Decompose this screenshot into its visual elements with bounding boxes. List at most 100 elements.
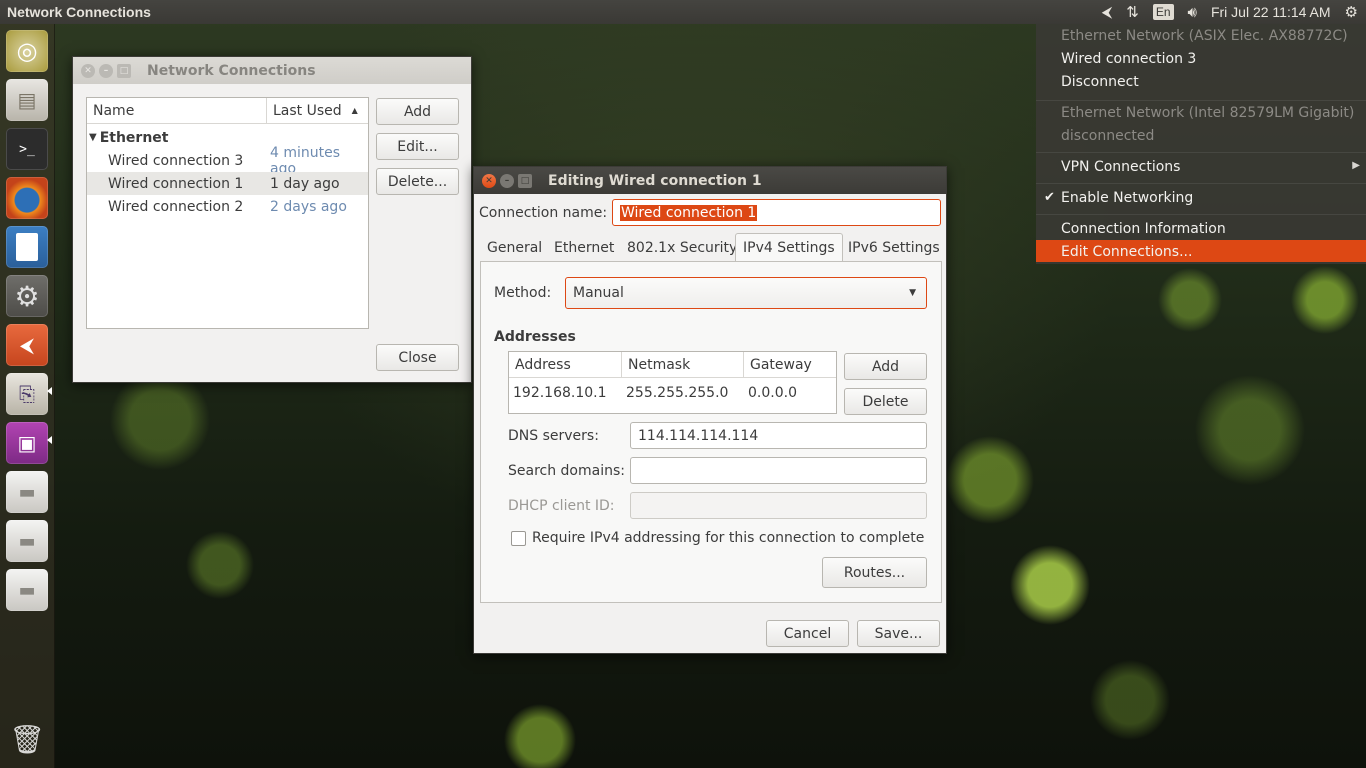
close-button[interactable]: Close [376, 344, 459, 371]
menu-item-disconnect[interactable]: Disconnect [1061, 74, 1139, 90]
tab-ipv4-settings[interactable]: IPv4 Settings [735, 233, 843, 262]
connection-name: Wired connection 3 [108, 152, 244, 169]
cancel-button[interactable]: Cancel [766, 620, 849, 647]
top-panel: Network Connections ⮜ ⇅ En 🔊︎ Fri Jul 22… [0, 0, 1366, 24]
require-ipv4-label: Require IPv4 addressing for this connect… [532, 530, 925, 546]
search-domains-label: Search domains: [508, 463, 625, 479]
save-button[interactable]: Save... [857, 620, 940, 647]
connection-name-field[interactable]: Wired connection 1 [612, 199, 941, 226]
running-pip [47, 436, 52, 444]
minimize-window-icon[interactable]: – [500, 173, 514, 188]
menu-item-edit-connections[interactable]: Edit Connections... [1061, 244, 1192, 260]
menu-item-enable-networking[interactable]: Enable Networking [1061, 190, 1193, 206]
clock[interactable]: Fri Jul 22 11:14 AM [1211, 4, 1331, 20]
require-ipv4-checkbox[interactable] [511, 531, 526, 546]
network-indicator-icon[interactable]: ⇅ [1126, 3, 1139, 21]
system-settings-icon[interactable]: ⚙ [6, 275, 48, 317]
minimize-window-icon[interactable]: – [99, 63, 113, 78]
column-header-address[interactable]: Address [509, 352, 622, 378]
tab-8021x-security[interactable]: 802.1x Security [620, 233, 744, 262]
routes-button[interactable]: Routes... [822, 557, 927, 588]
connection-name-value: Wired connection 1 [620, 204, 758, 221]
active-app-title: Network Connections [7, 4, 151, 20]
connections-list[interactable]: Name Last Used ▲ ▼ Ethernet Wired connect… [86, 97, 369, 329]
connection-name-label: Connection name: [479, 205, 608, 221]
sort-arrow-icon: ▲ [351, 106, 358, 115]
address-delete-button[interactable]: Delete [844, 388, 927, 415]
expander-down-icon: ▼ [89, 132, 97, 143]
editing-connection-window: ✕ – □ Editing Wired connection 1 Connect… [473, 166, 947, 654]
column-gateway-label: Gateway [750, 356, 812, 373]
address-add-button[interactable]: Add [844, 353, 927, 380]
search-domains-field[interactable] [630, 457, 927, 484]
table-row[interactable]: Wired connection 3 4 minutes ago [87, 145, 368, 177]
dash-home-icon[interactable]: ◎ [6, 30, 48, 72]
firefox-icon[interactable] [6, 177, 48, 219]
table-row[interactable]: Wired connection 2 2 days ago [87, 195, 368, 218]
connection-last-used: 1 day ago [270, 175, 340, 192]
tab-bar: General Ethernet 802.1x Security IPv4 Se… [480, 233, 942, 262]
tab-general[interactable]: General [480, 233, 549, 262]
window-title: Network Connections [147, 62, 316, 79]
method-value: Manual [573, 285, 624, 301]
tab-ethernet[interactable]: Ethernet [547, 233, 621, 262]
address-cell[interactable]: 192.168.10.1 [513, 385, 607, 401]
remote-desktop-icon[interactable]: ▣ [6, 422, 48, 464]
window-titlebar: ✕ – □ Network Connections [73, 57, 471, 84]
method-dropdown[interactable]: Manual ▼ [565, 277, 927, 309]
menu-separator [1036, 152, 1366, 153]
drive-1-icon[interactable]: ▬ [6, 471, 48, 513]
trash-icon[interactable]: 🗑︎ [6, 718, 48, 760]
maximize-window-icon[interactable]: □ [117, 63, 131, 78]
menu-item-connection-information[interactable]: Connection Information [1061, 221, 1226, 237]
connection-name: Wired connection 2 [108, 198, 244, 215]
network-indicator-menu: Ethernet Network (ASIX Elec. AX88772C) W… [1036, 24, 1366, 264]
running-pip [47, 387, 52, 395]
table-row-selected[interactable]: Wired connection 1 1 day ago [87, 172, 368, 195]
menu-separator [1036, 214, 1366, 215]
keyboard-layout-indicator[interactable]: En [1152, 4, 1174, 20]
connection-name: Wired connection 1 [108, 175, 244, 192]
network-connections-window: ✕ – □ Network Connections Name Last Used… [72, 56, 472, 383]
column-netmask-label: Netmask [628, 356, 691, 373]
menu-eth1-header: Ethernet Network (ASIX Elec. AX88772C) [1061, 28, 1348, 44]
dns-servers-label: DNS servers: [508, 428, 599, 444]
files-icon[interactable]: ▤ [6, 79, 48, 121]
menu-separator [1036, 100, 1366, 101]
dropdown-arrow-icon: ▼ [909, 288, 916, 298]
delete-button[interactable]: Delete... [376, 168, 459, 195]
tab-ipv6-settings[interactable]: IPv6 Settings [841, 233, 947, 262]
share-icon[interactable]: ⮜ [6, 324, 48, 366]
system-gear-icon[interactable]: ⚙ [1345, 3, 1358, 21]
column-header-netmask[interactable]: Netmask [622, 352, 744, 378]
close-window-icon[interactable]: ✕ [81, 63, 95, 78]
table-row[interactable]: 192.168.10.1 255.255.255.0 0.0.0.0 [509, 381, 836, 404]
share-indicator-icon[interactable]: ⮜ [1102, 4, 1113, 21]
network-monitor-icon[interactable]: ⎘ [6, 373, 48, 415]
close-window-icon[interactable]: ✕ [482, 173, 496, 188]
gateway-cell[interactable]: 0.0.0.0 [748, 385, 797, 401]
edit-button[interactable]: Edit... [376, 133, 459, 160]
dhcp-client-id-field [630, 492, 927, 519]
menu-separator [1036, 183, 1366, 184]
addresses-table[interactable]: Address Netmask Gateway 192.168.10.1 255… [508, 351, 837, 414]
column-last-used-label: Last Used [273, 102, 342, 119]
add-button[interactable]: Add [376, 98, 459, 125]
column-header-name[interactable]: Name [87, 98, 267, 124]
addresses-heading: Addresses [494, 329, 576, 345]
dns-servers-field[interactable]: 114.114.114.114 [630, 422, 927, 449]
group-label: Ethernet [99, 129, 169, 146]
column-header-gateway[interactable]: Gateway [744, 352, 836, 378]
terminal-icon[interactable]: >_ [6, 128, 48, 170]
drive-2-icon[interactable]: ▬ [6, 520, 48, 562]
menu-item-wired-connection-3[interactable]: Wired connection 3 [1061, 51, 1196, 67]
menu-item-vpn-connections[interactable]: VPN Connections [1061, 159, 1180, 175]
volume-icon[interactable]: 🔊︎ [1188, 4, 1197, 21]
column-header-last-used[interactable]: Last Used ▲ [267, 98, 368, 124]
libreoffice-writer-icon[interactable] [6, 226, 48, 268]
maximize-window-icon[interactable]: □ [518, 173, 532, 188]
drive-3-icon[interactable]: ▬ [6, 569, 48, 611]
netmask-cell[interactable]: 255.255.255.0 [626, 385, 728, 401]
column-name-label: Name [93, 102, 135, 119]
column-address-label: Address [515, 356, 571, 373]
